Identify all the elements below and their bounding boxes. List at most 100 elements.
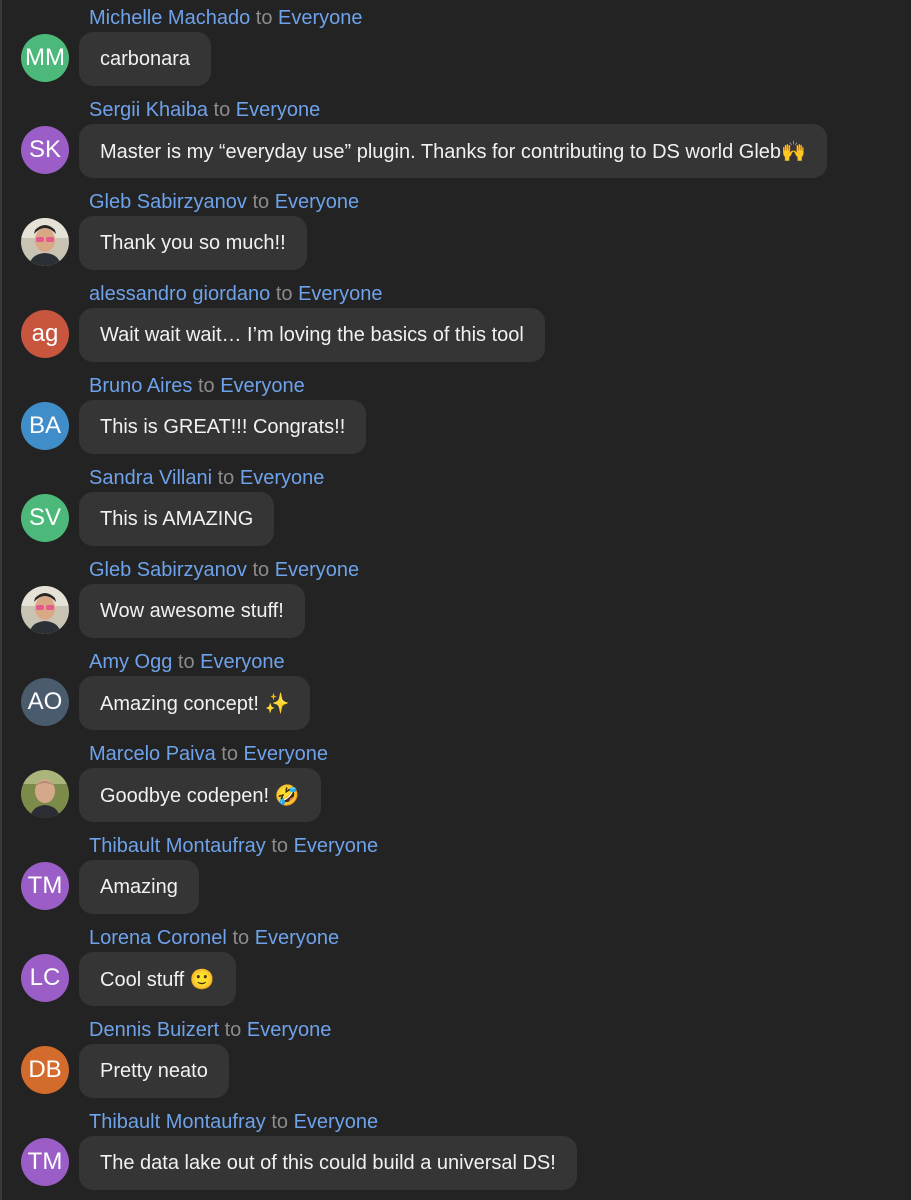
avatar: TM [21, 1138, 69, 1186]
chat-message: Michelle Machado to Everyone MM carbonar… [2, 0, 902, 92]
chat-panel[interactable]: Michelle Machado to Everyone MM carbonar… [0, 0, 911, 1200]
avatar: ag [21, 310, 69, 358]
message-text: Wait wait wait… I’m loving the basics of… [100, 324, 524, 346]
message-text: Amazing [100, 876, 178, 898]
chat-message: Amy Ogg to Everyone AO Amazing concept! … [2, 644, 902, 736]
message-header: Gleb Sabirzyanov to Everyone [89, 558, 359, 582]
message-text: Cool stuff [100, 969, 185, 991]
message-text: Pretty neato [100, 1060, 208, 1082]
message-bubble: Amazing [79, 860, 199, 914]
message-bubble: This is AMAZING [79, 492, 275, 546]
sender-name[interactable]: Gleb Sabirzyanov [89, 559, 247, 581]
sender-name[interactable]: Michelle Machado [89, 7, 250, 29]
photo-avatar-gleb [21, 218, 69, 266]
message-header: Sandra Villani to Everyone [89, 466, 324, 490]
message-bubble: Pretty neato [79, 1044, 229, 1098]
message-text: Amazing concept! [100, 693, 259, 715]
message-text: Goodbye codepen! [100, 785, 270, 807]
chat-message: Gleb Sabirzyanov to Everyone Wow awesome… [2, 552, 902, 644]
recipient-name[interactable]: Everyone [275, 191, 360, 213]
chat-message: Sandra Villani to Everyone SV This is AM… [2, 460, 902, 552]
avatar: TM [21, 862, 69, 910]
message-text: This is GREAT!!! Congrats!! [100, 416, 346, 438]
avatar: AO [21, 678, 69, 726]
recipient-name[interactable]: Everyone [275, 559, 360, 581]
avatar: MM [21, 34, 69, 82]
sender-name[interactable]: Dennis Buizert [89, 1019, 219, 1041]
to-label: to [197, 375, 215, 397]
sender-name[interactable]: Bruno Aires [89, 375, 192, 397]
to-label: to [232, 927, 250, 949]
to-label: to [271, 835, 289, 857]
chat-message: Gleb Sabirzyanov to Everyone Thank you s… [2, 184, 902, 276]
message-bubble: Amazing concept! ✨ [79, 676, 311, 730]
chat-message: Thibault Montaufray to Everyone TM The d… [2, 1104, 902, 1196]
recipient-name[interactable]: Everyone [294, 1111, 379, 1133]
message-header: Amy Ogg to Everyone [89, 650, 285, 674]
recipient-name[interactable]: Everyone [240, 467, 325, 489]
avatar: BA [21, 402, 69, 450]
avatar: SK [21, 126, 69, 174]
to-label: to [275, 283, 293, 305]
to-label: to [255, 7, 273, 29]
photo-avatar-marcelo [21, 770, 69, 818]
message-bubble: The data lake out of this could build a … [79, 1136, 577, 1190]
chat-message: Marcelo Paiva to Everyone Goodbye codepe… [2, 736, 902, 828]
chat-message: Thibault Montaufray to Everyone TM Amazi… [2, 828, 902, 920]
chat-message: Bruno Aires to Everyone BA This is GREAT… [2, 368, 902, 460]
sender-name[interactable]: Amy Ogg [89, 651, 172, 673]
sender-name[interactable]: Thibault Montaufray [89, 1111, 266, 1133]
sender-name[interactable]: Gleb Sabirzyanov [89, 191, 247, 213]
to-label: to [252, 559, 270, 581]
recipient-name[interactable]: Everyone [244, 743, 329, 765]
avatar: LC [21, 954, 69, 1002]
recipient-name[interactable]: Everyone [255, 927, 340, 949]
message-bubble: Wow awesome stuff! [79, 584, 305, 638]
sender-name[interactable]: Thibault Montaufray [89, 835, 266, 857]
chat-message: alessandro giordano to Everyone ag Wait … [2, 276, 902, 368]
recipient-name[interactable]: Everyone [298, 283, 383, 305]
to-label: to [217, 467, 235, 489]
recipient-name[interactable]: Everyone [278, 7, 363, 29]
avatar: SV [21, 494, 69, 542]
message-bubble: Thank you so much!! [79, 216, 307, 270]
sender-name[interactable]: alessandro giordano [89, 283, 270, 305]
message-header: Marcelo Paiva to Everyone [89, 742, 328, 766]
chat-message: Dennis Buizert to Everyone DB Pretty nea… [2, 1012, 902, 1104]
message-text: carbonara [100, 48, 191, 70]
message-header: Thibault Montaufray to Everyone [89, 1110, 378, 1134]
message-bubble: carbonara [79, 32, 212, 86]
chat-message: Lorena Coronel to Everyone LC Cool stuff… [2, 920, 902, 1012]
message-text: Wow awesome stuff! [100, 600, 284, 622]
message-header: Gleb Sabirzyanov to Everyone [89, 190, 359, 214]
message-header: alessandro giordano to Everyone [89, 282, 383, 306]
message-header: Michelle Machado to Everyone [89, 6, 363, 30]
recipient-name[interactable]: Everyone [247, 1019, 332, 1041]
message-header: Lorena Coronel to Everyone [89, 926, 339, 950]
message-bubble: Cool stuff 🙂 [79, 952, 236, 1006]
sender-name[interactable]: Sergii Khaiba [89, 99, 208, 121]
message-text: This is AMAZING [100, 508, 254, 530]
message-header: Sergii Khaiba to Everyone [89, 98, 320, 122]
recipient-name[interactable]: Everyone [236, 99, 321, 121]
message-text: Master is my “everyday use” plugin. Than… [100, 141, 782, 163]
recipient-name[interactable]: Everyone [294, 835, 379, 857]
sender-name[interactable]: Marcelo Paiva [89, 743, 216, 765]
message-header: Thibault Montaufray to Everyone [89, 834, 378, 858]
message-header: Bruno Aires to Everyone [89, 374, 305, 398]
to-label: to [177, 651, 195, 673]
to-label: to [224, 1019, 242, 1041]
recipient-name[interactable]: Everyone [200, 651, 285, 673]
photo-avatar-gleb [21, 586, 69, 634]
message-text: The data lake out of this could build a … [100, 1152, 556, 1174]
sender-name[interactable]: Lorena Coronel [89, 927, 227, 949]
slightly-smiling-face-icon: 🙂 [189, 967, 215, 991]
message-bubble: Master is my “everyday use” plugin. Than… [79, 124, 827, 178]
sender-name[interactable]: Sandra Villani [89, 467, 212, 489]
message-header: Dennis Buizert to Everyone [89, 1018, 331, 1042]
to-label: to [271, 1111, 289, 1133]
recipient-name[interactable]: Everyone [220, 375, 305, 397]
chat-message: Sergii Khaiba to Everyone SK Master is m… [2, 92, 902, 184]
message-text: Thank you so much!! [100, 232, 286, 254]
to-label: to [213, 99, 231, 121]
